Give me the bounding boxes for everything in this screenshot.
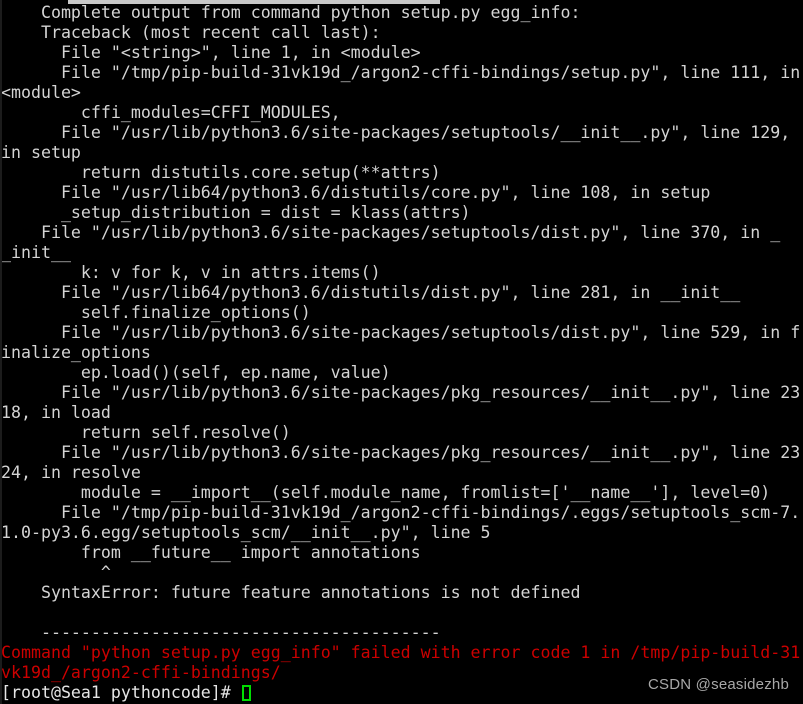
terminal-output-line: File "/usr/lib/python3.6/site-packages/s… — [1, 323, 801, 342]
terminal-output-line: File "/usr/lib/python3.6/site-packages/s… — [1, 223, 781, 242]
terminal-output-line: cffi_modules=CFFI_MODULES, — [1, 103, 341, 122]
terminal-output-line: File "/usr/lib/python3.6/site-packages/s… — [1, 123, 791, 142]
selection-highlight-remnant — [68, 0, 440, 4]
terminal-output-line: SyntaxError: future feature annotations … — [1, 583, 581, 602]
terminal-output-line: File "/tmp/pip-build-31vk19d_/argon2-cff… — [1, 503, 801, 522]
terminal-output-line: return self.resolve() — [1, 423, 291, 442]
terminal-output-line: <module> — [1, 83, 81, 102]
terminal-error-line: Command "python setup.py egg_info" faile… — [1, 643, 801, 662]
terminal-output-line: inalize_options — [1, 343, 151, 362]
terminal-output-line: self.finalize_options() — [1, 303, 311, 322]
text-cursor — [241, 685, 251, 701]
terminal-screen[interactable]: Complete output from command python setu… — [0, 3, 803, 703]
terminal-output-line: return distutils.core.setup(**attrs) — [1, 163, 441, 182]
terminal-output-line: File "/usr/lib64/python3.6/distutils/cor… — [1, 183, 711, 202]
terminal-output-line: Traceback (most recent call last): — [1, 23, 381, 42]
terminal-output-line: _setup_distribution = dist = klass(attrs… — [1, 203, 471, 222]
terminal-output-line: from __future__ import annotations — [1, 543, 421, 562]
terminal-output-line: 18, in load — [1, 403, 111, 422]
terminal-output-line: File "/usr/lib/python3.6/site-packages/p… — [1, 443, 801, 462]
terminal-output-line: ---------------------------------------- — [1, 623, 441, 642]
terminal-output-line: File "/tmp/pip-build-31vk19d_/argon2-cff… — [1, 63, 801, 82]
terminal-output-line: 1.0-py3.6.egg/setuptools_scm/__init__.py… — [1, 523, 491, 542]
terminal-window[interactable]: Complete output from command python setu… — [0, 0, 803, 704]
terminal-output-line: _init__ — [1, 243, 71, 262]
terminal-output-line: File "<string>", line 1, in <module> — [1, 43, 421, 62]
csdn-watermark: CSDN @seasidezhb — [648, 676, 789, 693]
terminal-output-line: File "/usr/lib/python3.6/site-packages/p… — [1, 383, 801, 402]
shell-prompt-text: [root@Sea1 pythoncode]# — [1, 683, 241, 702]
scrollbar-track[interactable] — [0, 0, 2, 704]
terminal-output-line: Complete output from command python setu… — [1, 3, 581, 22]
terminal-output-line: ^ — [1, 563, 111, 582]
terminal-output-line: File "/usr/lib64/python3.6/distutils/dis… — [1, 283, 741, 302]
terminal-output-line: k: v for k, v in attrs.items() — [1, 263, 381, 282]
terminal-output-line: module = __import__(self.module_name, fr… — [1, 483, 771, 502]
terminal-output-line: ep.load()(self, ep.name, value) — [1, 363, 391, 382]
terminal-output-line: in setup — [1, 143, 81, 162]
terminal-output-line: 24, in resolve — [1, 463, 141, 482]
